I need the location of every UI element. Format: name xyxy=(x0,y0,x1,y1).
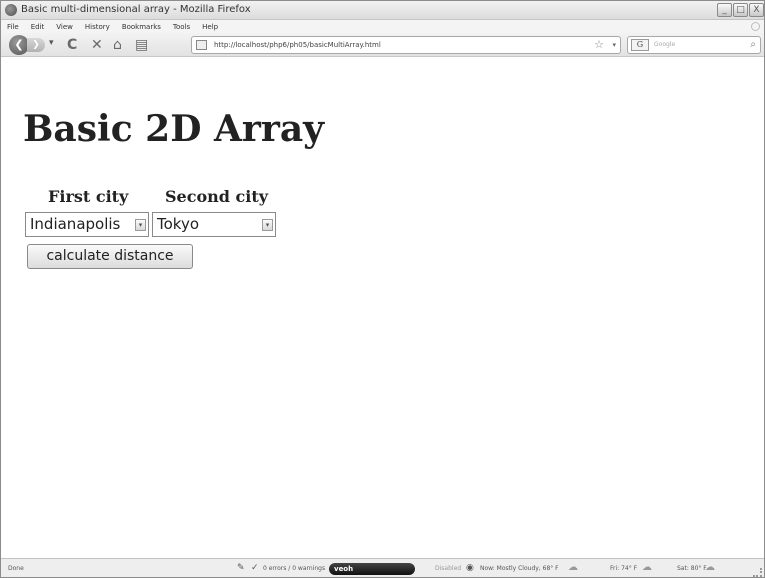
url-dropdown-icon[interactable]: ▾ xyxy=(612,41,616,49)
forward-button[interactable]: ❯ xyxy=(27,38,45,52)
menu-tools[interactable]: Tools xyxy=(173,23,190,31)
forecast-friday[interactable]: Fri: 74° F xyxy=(610,565,637,572)
browser-window: Basic multi-dimensional array - Mozilla … xyxy=(0,0,765,578)
error-count[interactable]: 0 errors / 0 warnings xyxy=(263,565,325,572)
menu-file[interactable]: File xyxy=(7,23,19,31)
maximize-button[interactable]: □ xyxy=(733,3,748,17)
menu-bar: File Edit View History Bookmarks Tools H… xyxy=(1,20,764,33)
search-placeholder[interactable]: Google xyxy=(654,41,675,48)
reload-icon[interactable]: C xyxy=(67,36,77,54)
bookmark-page-icon[interactable]: ▤ xyxy=(135,36,148,54)
stop-icon[interactable]: ✕ xyxy=(91,36,103,54)
star-icon[interactable]: ☆ xyxy=(594,38,604,51)
chevron-down-icon[interactable]: ▾ xyxy=(262,219,273,231)
weather-now[interactable]: Now: Mostly Cloudy, 68° F xyxy=(480,565,559,572)
menu-edit[interactable]: Edit xyxy=(31,23,45,31)
close-button[interactable]: X xyxy=(749,3,764,17)
menu-history[interactable]: History xyxy=(85,23,110,31)
window-title: Basic multi-dimensional array - Mozilla … xyxy=(21,4,251,15)
firefox-icon xyxy=(5,4,17,16)
second-city-value[interactable]: Tokyo xyxy=(157,215,199,233)
menu-view[interactable]: View xyxy=(56,23,73,31)
chevron-down-icon[interactable]: ▾ xyxy=(135,219,146,231)
resize-grip-icon[interactable] xyxy=(753,568,762,577)
minimize-button[interactable]: _ xyxy=(717,3,732,17)
cloud-icon: ☁ xyxy=(642,562,652,573)
page-content: Basic 2D Array First city Second city In… xyxy=(1,58,764,558)
back-button[interactable]: ❮ xyxy=(9,35,29,55)
addon-icon[interactable]: ✎ xyxy=(237,563,245,573)
page-heading: Basic 2D Array xyxy=(23,108,325,150)
navigation-toolbar: ❮ ❯ ▾ C ✕ ⌂ ▤ http://localhost/php6/ph05… xyxy=(1,33,764,57)
window-controls: _ □ X xyxy=(717,3,764,17)
forecast-saturday[interactable]: Sat: 80° F xyxy=(677,565,707,572)
globe-icon[interactable]: ◉ xyxy=(466,563,474,573)
history-dropdown-icon[interactable]: ▾ xyxy=(49,38,54,48)
title-bar: Basic multi-dimensional array - Mozilla … xyxy=(1,1,764,20)
check-icon[interactable]: ✓ xyxy=(251,563,259,573)
search-box[interactable]: G Google ⌕ xyxy=(627,36,761,54)
url-text[interactable]: http://localhost/php6/ph05/basicMultiArr… xyxy=(214,41,381,49)
status-bar: Done ✎ ✓ 0 errors / 0 warnings veoh Disa… xyxy=(1,558,764,577)
calculate-distance-button[interactable]: calculate distance xyxy=(27,244,193,269)
first-city-label: First city xyxy=(48,187,129,206)
second-city-select[interactable]: Tokyo ▾ xyxy=(152,212,276,237)
menu-bookmarks[interactable]: Bookmarks xyxy=(122,23,161,31)
disabled-label: Disabled xyxy=(435,565,462,572)
throbber-icon xyxy=(751,22,760,31)
search-icon[interactable]: ⌕ xyxy=(750,39,756,50)
status-text: Done xyxy=(8,565,24,572)
menu-help[interactable]: Help xyxy=(202,23,218,31)
page-icon xyxy=(196,40,207,50)
first-city-value[interactable]: Indianapolis xyxy=(30,215,120,233)
veoh-widget[interactable]: veoh xyxy=(329,563,415,575)
first-city-select[interactable]: Indianapolis ▾ xyxy=(25,212,149,237)
second-city-label: Second city xyxy=(165,187,269,206)
address-bar[interactable]: http://localhost/php6/ph05/basicMultiArr… xyxy=(191,36,621,54)
search-engine-icon[interactable]: G xyxy=(631,39,649,51)
home-icon[interactable]: ⌂ xyxy=(113,36,122,54)
cloud-icon: ☁ xyxy=(705,562,715,573)
cloud-icon: ☁ xyxy=(568,562,578,573)
